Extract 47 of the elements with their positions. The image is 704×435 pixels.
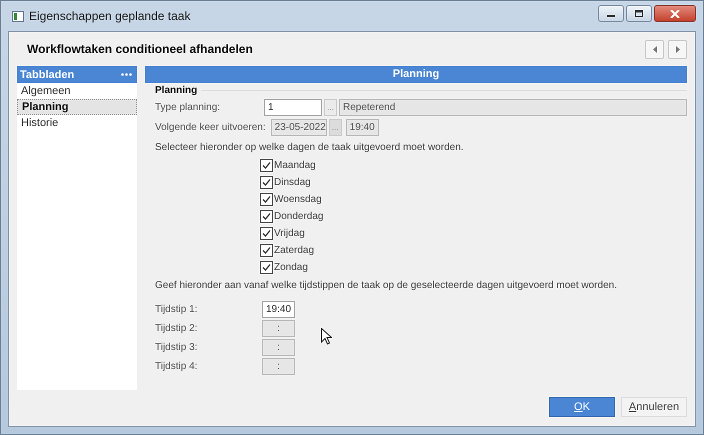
left-arrow-icon	[652, 46, 656, 52]
dialog-heading: Workflowtaken conditioneel afhandelen	[27, 42, 253, 56]
field-label: Tijdstip 4:	[155, 361, 198, 372]
day-checkbox[interactable]	[260, 176, 273, 189]
sidebar-tab[interactable]: Historie	[17, 115, 137, 131]
times-instruction: Geef hieronder aan vanaf welke tijdstippen de taak op de geselecteerde dagen uitgevoerd moet worden.	[155, 280, 618, 291]
group-title: Planning	[155, 85, 198, 96]
field-label: Volgende keer uitvoeren:	[155, 122, 267, 133]
day-checkbox[interactable]	[260, 244, 273, 257]
app-icon	[12, 10, 24, 22]
checkbox-label: Maandag	[274, 160, 316, 171]
checkbox-label: Dinsdag	[274, 177, 311, 188]
right-arrow-icon	[676, 46, 680, 52]
sidebar-title: Tabbladen	[20, 68, 74, 80]
maximize-icon	[634, 10, 644, 18]
checkbox-label: Zaterdag	[274, 245, 314, 256]
field-label: Tijdstip 3:	[155, 342, 198, 353]
maximize-button[interactable]	[626, 5, 652, 22]
time-field[interactable]: 19:40	[262, 301, 295, 318]
window-title: Eigenschappen geplande taak	[29, 9, 190, 23]
minimize-button[interactable]	[598, 5, 624, 22]
close-icon	[670, 10, 680, 18]
ok-button[interactable]: OK	[549, 397, 615, 417]
day-checkbox[interactable]	[260, 227, 273, 240]
field-label: Type planning:	[155, 102, 222, 113]
field-label: Tijdstip 1:	[155, 304, 198, 315]
mouse-cursor-icon	[321, 328, 332, 345]
field-label: Tijdstip 2:	[155, 323, 198, 334]
checkbox-label: Zondag	[274, 262, 308, 273]
more-icon[interactable]	[121, 73, 132, 76]
day-checkbox[interactable]	[260, 159, 273, 172]
previous-button[interactable]	[645, 40, 664, 58]
next-button[interactable]	[668, 40, 687, 58]
days-instruction: Selecteer hieronder op welke dagen de taak uitgevoerd moet worden.	[155, 142, 465, 153]
cancel-button[interactable]: Annuleren	[621, 397, 687, 417]
sidebar-tab[interactable]: Planning	[17, 99, 137, 115]
panel-header: Planning	[145, 66, 687, 83]
day-checkbox[interactable]	[260, 261, 273, 274]
checkbox-label: Woensdag	[274, 194, 322, 205]
day-checkbox[interactable]	[260, 210, 273, 223]
checkbox-label: Vrijdag	[274, 228, 305, 239]
description-field: Repeterend	[339, 99, 687, 116]
type-planning-field[interactable]: 1	[264, 99, 322, 116]
close-button[interactable]	[654, 5, 696, 22]
day-checkbox[interactable]	[260, 193, 273, 206]
sidebar-tab[interactable]: Algemeen	[17, 83, 137, 99]
checkbox-label: Donderdag	[274, 211, 324, 222]
